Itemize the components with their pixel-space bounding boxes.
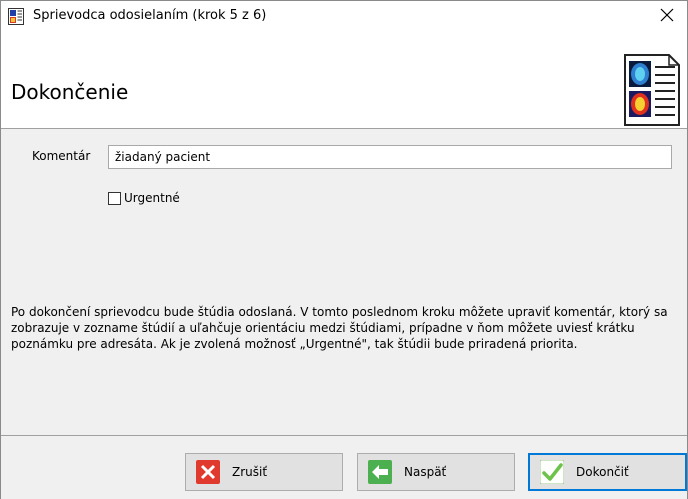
- urgent-label: Urgentné: [124, 191, 180, 205]
- wizard-header: Dokončenie: [1, 32, 687, 129]
- urgent-checkbox[interactable]: [108, 191, 121, 205]
- comment-input[interactable]: žiadaný pacient: [108, 145, 672, 169]
- green-left-arrow-icon: [368, 460, 392, 484]
- green-checkmark-icon: [539, 459, 565, 485]
- red-x-icon: [196, 460, 220, 484]
- wizard-content: Komentár žiadaný pacient Urgentné Po dok…: [1, 129, 687, 435]
- back-label: Naspäť: [404, 465, 447, 479]
- description-text: Po dokončení sprievodcu bude štúdia odos…: [11, 305, 668, 351]
- comment-label: Komentár: [32, 149, 91, 163]
- back-button[interactable]: Naspäť: [357, 453, 515, 491]
- close-icon: [660, 7, 674, 26]
- window-title: Sprievodca odosielaním (krok 5 z 6): [33, 8, 267, 23]
- urgent-checkbox-row[interactable]: Urgentné: [108, 191, 180, 205]
- title-bar[interactable]: Sprievodca odosielaním (krok 5 z 6): [1, 1, 687, 32]
- page-title: Dokončenie: [11, 80, 129, 104]
- wizard-window: Sprievodca odosielaním (krok 5 z 6) Doko…: [0, 0, 688, 499]
- finish-button[interactable]: Dokončiť: [528, 453, 687, 491]
- medical-scan-document-icon: [623, 53, 681, 127]
- finish-label: Dokončiť: [576, 465, 629, 479]
- study-document-icon: [8, 8, 24, 25]
- cancel-label: Zrušiť: [232, 465, 268, 479]
- cancel-button[interactable]: Zrušiť: [185, 453, 343, 491]
- wizard-footer: Zrušiť Naspäť Dokončiť: [1, 435, 687, 499]
- close-button[interactable]: [647, 1, 687, 32]
